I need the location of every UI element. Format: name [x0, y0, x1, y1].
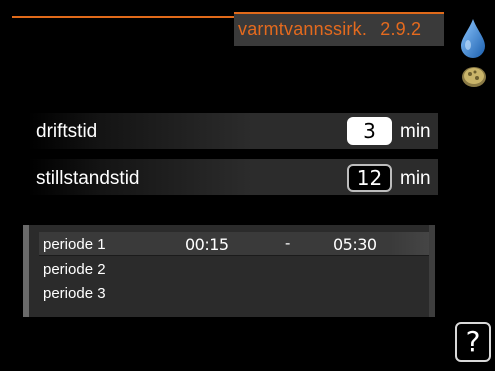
header-accent-line: [12, 16, 234, 18]
stillstandstid-unit: min: [400, 168, 431, 189]
menu-number: 2.9.2: [380, 19, 422, 39]
driftstid-unit: min: [400, 121, 431, 142]
period-name: periode 1: [43, 236, 106, 253]
period-end-time: 05:30: [333, 235, 377, 254]
setting-label-driftstid: driftstid: [36, 121, 98, 142]
water-drop-icon: [461, 19, 485, 58]
period-separator: -: [285, 235, 291, 252]
period-row-1[interactable]: periode 1 00:15 - 05:30: [39, 232, 429, 256]
period-list: periode 1 00:15 - 05:30 periode 2 period…: [23, 225, 435, 317]
setting-label-stillstandstid: stillstandstid: [36, 168, 140, 189]
menu-title: varmtvannssirk. 2.9.2: [238, 19, 421, 40]
period-start-time: 00:15: [185, 235, 229, 254]
menu-header: varmtvannssirk. 2.9.2: [234, 12, 444, 46]
help-button[interactable]: ?: [455, 322, 491, 362]
period-name: periode 3: [43, 285, 106, 302]
driftstid-value-field[interactable]: 3: [347, 117, 392, 145]
compressor-icon: [462, 67, 486, 87]
period-name: periode 2: [43, 261, 106, 278]
period-row-2[interactable]: periode 2: [39, 257, 429, 280]
menu-title-text: varmtvannssirk.: [238, 19, 368, 39]
period-row-3[interactable]: periode 3: [39, 281, 429, 304]
stillstandstid-value-field[interactable]: 12: [347, 164, 392, 192]
